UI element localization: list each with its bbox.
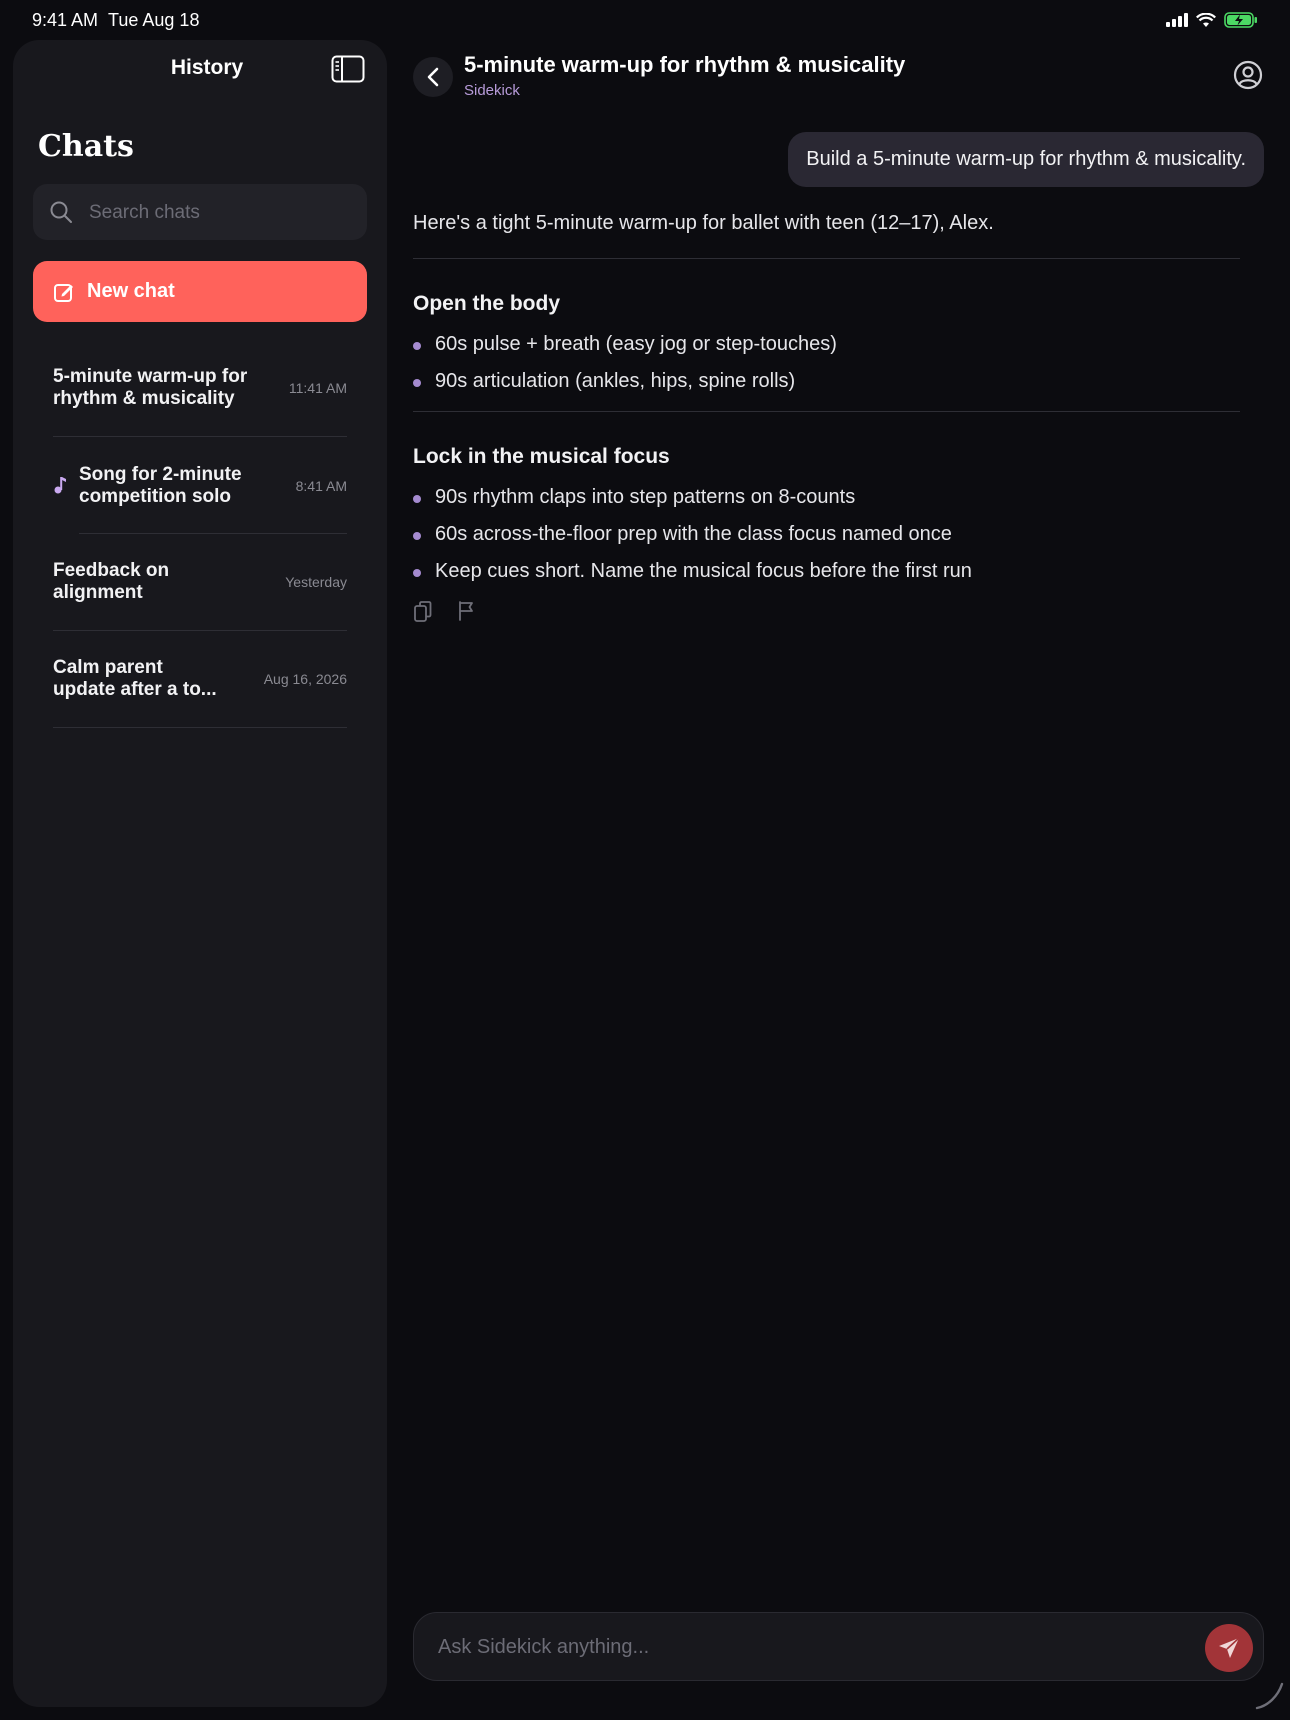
bullet-item: 60s across-the-floor prep with the class… [413,523,952,546]
send-icon [1219,1637,1240,1658]
copy-icon [414,601,432,622]
section-heading: Open the body [413,292,560,315]
chat-item-title: 5-minute warm-up for rhythm & musicality [53,366,248,409]
chat-list-item[interactable]: Feedback on alignment Yesterday [53,534,347,631]
chat-list-item[interactable]: 5-minute warm-up for rhythm & musicality… [53,340,347,437]
chat-list-item[interactable]: Calm parent update after a to... Aug 16,… [53,631,347,728]
message-input[interactable] [436,1613,1160,1682]
status-icons [1166,12,1258,28]
status-date: Tue Aug 18 [108,10,200,30]
back-button[interactable] [413,57,453,97]
profile-button[interactable] [1233,60,1263,95]
report-button[interactable] [457,600,477,627]
chat-item-title: Calm parent update after a to... [53,657,217,700]
chat-list: 5-minute warm-up for rhythm & musicality… [53,340,347,728]
cellular-signal-icon [1166,13,1188,27]
status-bar: 9:41 AM Tue Aug 18 [0,0,1290,40]
chat-item-time: Aug 16, 2026 [263,671,347,687]
assistant-intro: Here's a tight 5-minute warm-up for ball… [413,212,994,234]
chat-list-item[interactable]: Song for 2-minute competition solo 8:41 … [53,437,347,534]
divider [413,411,1240,412]
user-message-text: Build a 5-minute warm-up for rhythm & mu… [806,148,1246,170]
chat-item-time: 8:41 AM [295,477,347,494]
search-input[interactable] [87,184,361,242]
conversation-title: 5-minute warm-up for rhythm & musicality [464,52,906,77]
sidebar: History Chats New chat 5-minute warm-up … [13,40,387,1707]
wifi-icon [1196,12,1216,27]
chevron-left-icon [427,67,439,87]
send-button[interactable] [1205,1624,1253,1672]
message-composer [413,1612,1264,1682]
user-circle-icon [1233,60,1263,90]
music-note-icon [54,477,66,494]
divider [413,258,1240,259]
bullet-item: Keep cues short. Name the musical focus … [413,560,972,583]
sidebar-toggle-button[interactable] [331,55,365,83]
battery-charging-icon [1224,12,1257,28]
new-chat-button[interactable]: New chat [33,261,367,322]
chat-item-time: 11:41 AM [288,380,347,396]
bullet-item: 90s rhythm claps into step patterns on 8… [413,486,855,509]
sidebar-toggle-icon [331,55,365,83]
status-clock: 9:41 AM [32,10,99,30]
bullet-item: 90s articulation (ankles, hips, spine ro… [413,370,795,393]
flag-icon [459,601,473,621]
conversation-subtitle: Sidekick [464,82,520,99]
copy-button[interactable] [413,600,433,629]
chat-item-title: Song for 2-minute competition solo [79,463,242,507]
chat-item-time: Yesterday [285,574,347,590]
chat-item-title: Feedback on alignment [53,560,170,603]
search-icon [50,201,72,223]
section-heading: Lock in the musical focus [413,445,670,468]
user-message-bubble: Build a 5-minute warm-up for rhythm & mu… [788,132,1264,187]
status-time: 9:41 AM Tue Aug 18 [32,10,199,31]
search-box[interactable] [33,184,367,242]
compose-icon [54,283,73,302]
bullet-item: 60s pulse + breath (easy jog or step-tou… [413,333,837,356]
new-chat-label: New chat [87,280,175,302]
resize-handle-icon[interactable] [1254,1680,1284,1710]
chats-section-title: Chats [38,129,134,164]
